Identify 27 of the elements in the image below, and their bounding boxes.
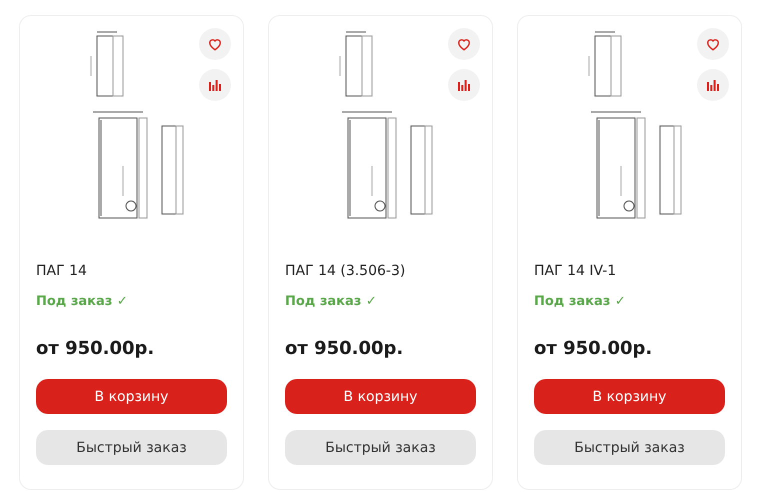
heart-icon (457, 38, 471, 50)
bar-chart-icon (458, 80, 470, 90)
quick-order-button[interactable]: Быстрый заказ (285, 430, 476, 465)
bar-chart-icon (209, 80, 221, 90)
quick-order-button[interactable]: Быстрый заказ (36, 430, 227, 465)
heart-icon (208, 38, 222, 50)
availability-status: Под заказ ✓ (534, 294, 627, 309)
availability-status: Под заказ ✓ (285, 294, 378, 309)
bar-chart-icon (707, 80, 719, 90)
product-title: ПАГ 14 (3.506-3) (285, 263, 406, 279)
compare-button[interactable] (697, 69, 729, 101)
quick-order-button[interactable]: Быстрый заказ (534, 430, 725, 465)
add-to-cart-button[interactable]: В корзину (534, 379, 725, 414)
product-price: от 950.00р. (534, 338, 654, 359)
favorite-button[interactable] (448, 28, 480, 60)
product-price: от 950.00р. (36, 338, 156, 359)
product-price: от 950.00р. (285, 338, 404, 359)
compare-button[interactable] (199, 69, 231, 101)
product-title: ПАГ 14 (36, 263, 88, 279)
heart-icon (706, 38, 720, 50)
favorite-button[interactable] (697, 28, 729, 60)
availability-status: Под заказ ✓ (36, 294, 129, 309)
favorite-button[interactable] (199, 28, 231, 60)
product-title: ПАГ 14 IV-1 (534, 263, 618, 279)
add-to-cart-button[interactable]: В корзину (36, 379, 227, 414)
add-to-cart-button[interactable]: В корзину (285, 379, 476, 414)
compare-button[interactable] (448, 69, 480, 101)
